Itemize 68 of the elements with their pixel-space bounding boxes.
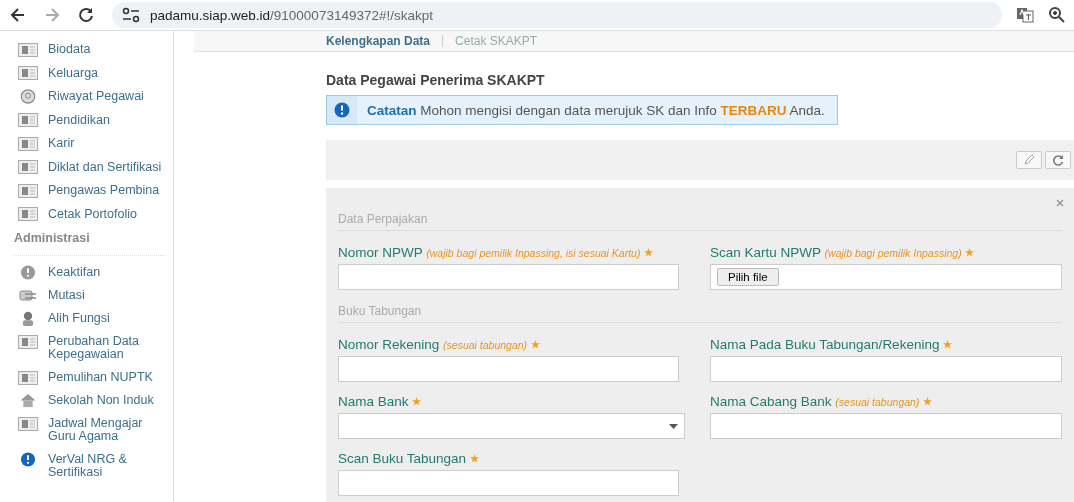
caret-icon [669, 423, 678, 429]
file-input[interactable]: Pilih file [710, 264, 1062, 290]
document-icon [18, 66, 38, 80]
field-label: Nama Cabang Bank [710, 394, 832, 409]
section-heading: Buku Tabungan [338, 290, 1062, 323]
field-hint: (sesuai tabungan) [443, 339, 528, 351]
input-field[interactable] [338, 264, 679, 290]
person-icon [21, 311, 35, 326]
field-label: Scan Kartu NPWP [710, 245, 821, 260]
badge-icon [19, 89, 37, 104]
notice-text: Catatan Mohon mengisi dengan data merujuk SK dan Info TERBARU Anda. [366, 102, 826, 118]
translate-icon[interactable] [1016, 6, 1034, 24]
sidebar-link[interactable]: Sekolah Non Induk [0, 394, 173, 407]
site-info-icon[interactable] [122, 7, 140, 23]
edit-button[interactable] [1016, 151, 1042, 169]
refresh-icon [1052, 154, 1064, 166]
section-heading: Data Perpajakan [338, 198, 1062, 231]
input-field[interactable] [710, 356, 1062, 382]
document-icon [18, 334, 38, 349]
sidebar-link[interactable]: Keaktifan [0, 266, 173, 279]
document-icon [18, 370, 38, 385]
dropdown[interactable] [338, 413, 685, 439]
field-label: Scan Buku Tabungan [338, 451, 467, 466]
choose-file-button[interactable]: Pilih file [717, 268, 779, 286]
info-icon [20, 452, 36, 467]
input-field[interactable] [338, 470, 679, 496]
address-bar[interactable]: padamu.siap.web.id/91000073149372#!/skakpt [112, 2, 1002, 28]
sidebar-link[interactable]: Pendidikan [0, 113, 173, 127]
field-hint: (sesuai tabungan) [835, 396, 920, 408]
sidebar-link[interactable]: Biodata [0, 43, 173, 56]
sidebar-link[interactable]: Cetak Portofolio [0, 207, 173, 221]
reload-icon[interactable] [76, 5, 96, 25]
sidebar-link[interactable]: Karir [0, 137, 173, 150]
sidebar-link[interactable]: VerVal NRG & Sertifikasi [0, 453, 173, 479]
close-icon [1056, 199, 1064, 207]
document-icon [18, 113, 38, 127]
sidebar-link[interactable]: Jadwal Mengajar Guru Agama [0, 417, 173, 443]
sidebar-link[interactable]: Perubahan Data Kepegawaian [0, 335, 173, 361]
input-field[interactable] [338, 356, 679, 382]
field-label: Nomor NPWP [338, 245, 423, 260]
sidebar-link[interactable]: Pengawas Pembina [0, 184, 173, 197]
sidebar-link[interactable]: Riwayat Pegawai [0, 90, 173, 103]
alert-icon [20, 265, 36, 280]
field-hint: (wajib bagi pemilik Inpassing) [824, 247, 962, 259]
document-icon [18, 136, 38, 151]
field-label: Nama Bank [338, 394, 409, 409]
document-icon [18, 42, 38, 57]
sidebar-link[interactable]: Alih Fungsi [0, 312, 173, 325]
sidebar-link[interactable]: Pemulihan NUPTK [0, 371, 173, 384]
field-label: Nama Pada Buku Tabungan/Rekening [710, 337, 940, 352]
page-title: Data Pegawai Penerima SKAKPT [326, 72, 546, 88]
field-label: Nomor Rekening [338, 337, 440, 352]
document-icon [18, 183, 38, 198]
refresh-button[interactable] [1045, 151, 1071, 169]
field-hint: (wajib bagi pemilik Inpassing, isi sesuai Kartu) [426, 247, 641, 259]
tab[interactable]: Kelengkapan Data [326, 34, 431, 48]
document-icon [18, 416, 38, 431]
section-heading: Administrasi [14, 231, 165, 256]
pencil-icon [1023, 154, 1035, 166]
house-icon [19, 393, 37, 408]
zoom-icon[interactable] [1048, 6, 1066, 24]
document-icon [18, 207, 38, 221]
sidebar-link[interactable]: Diklat dan Sertifikasi [0, 160, 173, 174]
input-field[interactable] [710, 413, 1062, 439]
sidebar-link[interactable]: Keluarga [0, 66, 173, 80]
alert-icon [334, 102, 350, 118]
sidebar-link[interactable]: Mutasi [0, 289, 173, 302]
document-icon [18, 160, 38, 174]
